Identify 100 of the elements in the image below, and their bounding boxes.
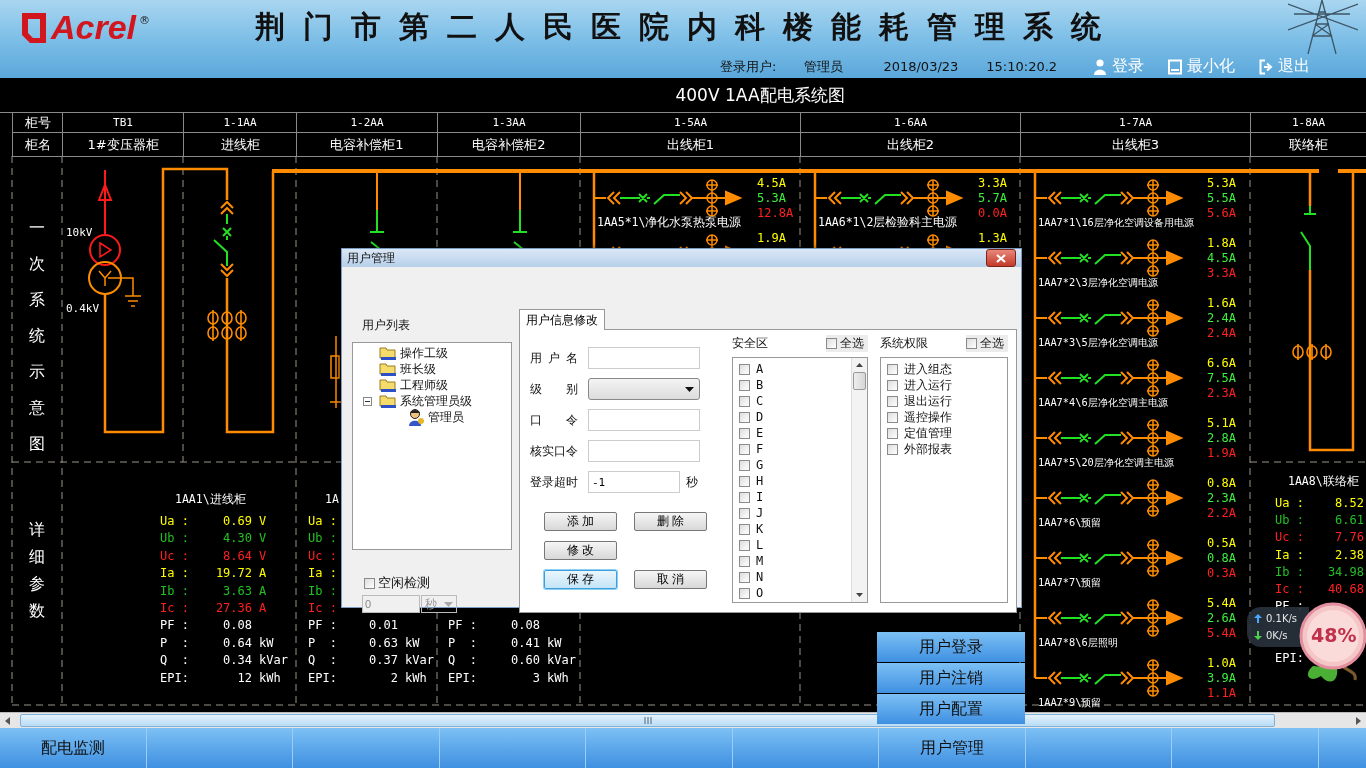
checkbox[interactable]	[887, 443, 898, 455]
nav-tab[interactable]: 配电监测	[0, 728, 147, 768]
cabinet-number: 1-7AA	[1020, 113, 1250, 133]
parameter-value: 0.37	[369, 653, 398, 668]
panel-title: 1AA1\进线柜	[175, 492, 246, 506]
voltage-label: 10kV	[66, 226, 93, 239]
parameter-label: P :	[160, 635, 189, 650]
logo-text: Acrel	[51, 8, 137, 47]
checkbox[interactable]	[887, 363, 898, 375]
current-reading: 5.5A	[1207, 191, 1236, 205]
parameter-value: 0.08	[511, 618, 540, 633]
checkbox[interactable]	[887, 379, 898, 391]
checkbox-label: E	[756, 426, 764, 440]
checkbox[interactable]	[826, 337, 837, 349]
tree-item[interactable]: 操作工级	[363, 345, 511, 361]
parameter-label: P :	[308, 635, 337, 650]
user-icon	[407, 408, 425, 426]
tab[interactable]: 用户信息修改	[519, 309, 605, 330]
parameter-unit: V	[259, 531, 267, 546]
caret-icon	[444, 601, 453, 607]
checkbox[interactable]	[887, 427, 898, 439]
checkbox-label: I	[756, 490, 764, 504]
close-button[interactable]	[986, 249, 1016, 267]
checkbox[interactable]	[739, 507, 750, 519]
cabinet-number: 1-5AA	[580, 113, 800, 133]
parameter-label: EPI:	[1275, 650, 1304, 665]
tree-item[interactable]: 班长级	[363, 361, 511, 377]
parameter-label: PF :	[448, 618, 477, 633]
checkbox[interactable]	[739, 587, 750, 599]
input-field[interactable]	[588, 409, 700, 431]
parameter-value: 2	[390, 670, 398, 685]
checkbox[interactable]	[739, 411, 750, 423]
scroll-thumb[interactable]	[20, 714, 1275, 727]
checkbox-label: A	[756, 362, 764, 376]
feeder-name: 1AA7*9\预留	[1038, 696, 1102, 708]
current-reading: 3.9A	[1207, 671, 1236, 685]
nav-tab[interactable]: 用户管理	[879, 728, 1026, 768]
checkbox[interactable]	[739, 539, 750, 551]
current-reading: 0.8A	[1207, 551, 1236, 565]
dialog-button[interactable]: 保 存	[544, 570, 617, 589]
grip-icon	[643, 717, 652, 724]
tree-item[interactable]: 管理员	[363, 409, 511, 425]
checkbox[interactable]	[739, 523, 750, 535]
feeder-name: 1AA7*1\16层净化空调设备用电源	[1038, 216, 1194, 228]
parameter-label: Ia :	[160, 566, 189, 581]
current-reading: 2.6A	[1207, 611, 1236, 625]
dropdown[interactable]	[588, 378, 700, 400]
feeder-name: 1AA7*2\3层净化空调电源	[1038, 276, 1158, 288]
section-label: 一次系统示意图	[29, 217, 45, 455]
parameter-label: EPI:	[448, 670, 477, 685]
parameter-unit: V	[259, 548, 267, 563]
checkbox[interactable]	[887, 395, 898, 407]
upload-arrow-icon	[1254, 614, 1262, 623]
dialog-button[interactable]: 删 除	[634, 512, 707, 531]
current-reading: 4.5A	[757, 176, 786, 190]
checkbox[interactable]	[887, 411, 898, 423]
checkbox[interactable]	[739, 555, 750, 567]
tree-item[interactable]: 系统管理员级	[363, 393, 511, 409]
input-field[interactable]: -1	[588, 471, 680, 493]
caret-icon	[685, 386, 694, 392]
checkbox[interactable]	[739, 443, 750, 455]
checkbox-label: L	[756, 538, 764, 552]
checkbox[interactable]	[739, 475, 750, 487]
parameter-label: Ub :	[1275, 513, 1304, 528]
current-reading: 5.3A	[1207, 176, 1236, 190]
parameter-unit: kW	[259, 635, 274, 650]
parameter-value: 2.38	[1335, 547, 1364, 562]
menu-item[interactable]: 用户登录	[877, 632, 1025, 662]
checkbox[interactable]	[739, 395, 750, 407]
vertical-scrollbar[interactable]	[851, 358, 867, 602]
input-field[interactable]	[588, 440, 700, 462]
input-field[interactable]	[588, 347, 700, 369]
menu-item[interactable]: 用户注销	[877, 663, 1025, 693]
collapse-icon[interactable]	[363, 396, 372, 406]
parameter-label: PF :	[1275, 599, 1304, 614]
feeder-name: 1AA7*3\5层净化空调电源	[1038, 336, 1158, 348]
parameter-label: Uc :	[1275, 530, 1304, 545]
dialog-button[interactable]: 修 改	[544, 541, 617, 560]
menu-item[interactable]: 用户配置	[877, 694, 1025, 724]
parameter-value: 6.61	[1335, 513, 1364, 528]
checkbox[interactable]	[739, 459, 750, 471]
current-reading: 6.6A	[1207, 356, 1236, 370]
exit-icon	[1259, 58, 1274, 75]
checkbox[interactable]	[739, 571, 750, 583]
section-label: 详细参数	[29, 519, 45, 622]
current-reading: 5.3A	[757, 191, 786, 205]
dialog-button[interactable]: 取 消	[634, 570, 707, 589]
checkbox-label: F	[756, 442, 764, 456]
checkbox[interactable]	[739, 363, 750, 375]
checkbox[interactable]	[739, 491, 750, 503]
scroll-thumb[interactable]	[853, 372, 866, 390]
checkbox[interactable]	[739, 427, 750, 439]
dialog-button[interactable]: 添 加	[544, 512, 617, 531]
parameter-unit: kW	[547, 635, 562, 650]
checkbox-label: 进入组态	[904, 360, 952, 378]
checkbox[interactable]	[739, 379, 750, 391]
tree-item[interactable]: 工程师级	[363, 377, 511, 393]
checkbox[interactable]	[966, 337, 977, 349]
parameter-label: PF :	[160, 618, 189, 633]
cabinet-number: TB1	[62, 113, 183, 133]
